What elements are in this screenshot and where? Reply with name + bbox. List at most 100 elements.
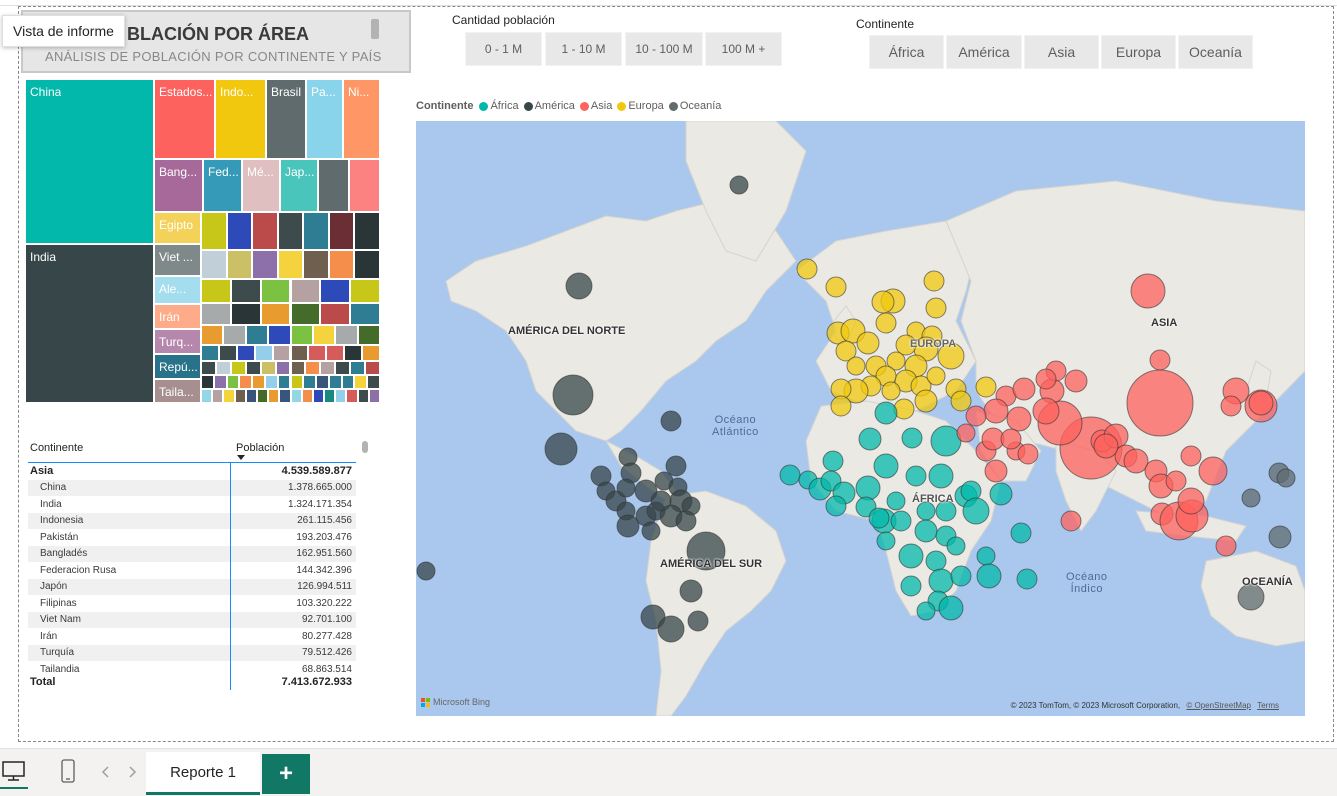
map-bubble[interactable] <box>989 482 1013 506</box>
treemap-cell[interactable] <box>201 212 227 250</box>
map-bubble[interactable] <box>1165 470 1187 492</box>
map-bubble[interactable] <box>1000 428 1022 450</box>
map-bubble[interactable] <box>1248 390 1274 416</box>
treemap-cell[interactable] <box>326 345 345 361</box>
treemap-cell[interactable] <box>277 250 304 279</box>
map-bubble[interactable] <box>975 376 997 398</box>
treemap-cell[interactable] <box>226 375 240 389</box>
map-bubble[interactable] <box>956 423 976 443</box>
treemap-cell[interactable] <box>218 345 237 361</box>
slicer-pop-1-10m[interactable]: 1 - 10 M <box>545 32 622 66</box>
treemap-cell[interactable] <box>264 375 278 389</box>
treemap-cell[interactable] <box>268 389 280 403</box>
treemap-cell[interactable] <box>301 389 313 403</box>
map-bubble[interactable] <box>1177 487 1205 515</box>
treemap-cell[interactable] <box>290 361 306 375</box>
next-page-button[interactable] <box>126 765 138 779</box>
treemap-cell[interactable]: Ni... <box>343 79 380 159</box>
map-bubble[interactable] <box>657 615 685 643</box>
map-bubble[interactable] <box>916 601 936 621</box>
map-bubble[interactable] <box>679 579 703 603</box>
treemap-cell[interactable] <box>230 361 246 375</box>
table-row[interactable]: China 1.378.665.000 <box>28 479 356 496</box>
map-bubble[interactable] <box>876 531 896 551</box>
treemap-cell[interactable] <box>368 389 380 403</box>
map-bubble[interactable] <box>950 390 972 412</box>
map-bubble[interactable] <box>1060 510 1082 532</box>
page-tab-reporte-1[interactable]: Reporte 1 <box>146 752 260 795</box>
treemap-cell[interactable] <box>213 375 227 389</box>
map-bubble[interactable] <box>1012 377 1036 401</box>
treemap-cell[interactable] <box>324 389 336 403</box>
map-bubble[interactable] <box>1241 488 1261 508</box>
map-bubble[interactable] <box>946 536 966 556</box>
treemap-cell[interactable]: Ale... <box>154 276 201 304</box>
title-scrollbar[interactable] <box>371 19 379 39</box>
map-bubble[interactable] <box>1180 445 1202 467</box>
treemap-cell[interactable] <box>318 159 349 212</box>
sort-desc-icon[interactable] <box>237 455 245 460</box>
treemap-cell[interactable] <box>344 345 363 361</box>
map-bubble[interactable] <box>779 464 801 486</box>
table-row[interactable]: Indonesia 261.115.456 <box>28 512 356 529</box>
map-bubble[interactable] <box>925 550 947 572</box>
table-header-continent[interactable]: Continente <box>30 442 83 454</box>
treemap-cell[interactable]: Pa... <box>306 79 343 159</box>
treemap-cell[interactable]: Irán <box>154 304 201 329</box>
table-row[interactable]: Pakistán 193.203.476 <box>28 529 356 546</box>
treemap-cell[interactable] <box>201 361 216 375</box>
treemap-cell[interactable] <box>362 345 380 361</box>
map-bubble[interactable] <box>886 491 906 511</box>
treemap-cell[interactable] <box>357 325 380 345</box>
map-bubble[interactable] <box>1032 397 1060 425</box>
slicer-pop-0-1m[interactable]: 0 - 1 M <box>465 32 542 66</box>
treemap-cell[interactable] <box>328 375 342 389</box>
map-bubble[interactable] <box>641 521 661 541</box>
treemap-cell[interactable] <box>354 375 368 389</box>
table-row[interactable]: Federacion Rusa 144.342.396 <box>28 562 356 579</box>
map-bubble[interactable] <box>914 389 938 413</box>
treemap-cell[interactable] <box>201 345 219 361</box>
treemap-cell[interactable] <box>212 389 224 403</box>
map-bubble[interactable] <box>976 563 1002 589</box>
table-row[interactable]: Japón 126.994.511 <box>28 578 356 595</box>
map-bubble[interactable] <box>900 575 922 597</box>
treemap-cell[interactable] <box>277 375 291 389</box>
treemap-cell[interactable] <box>268 325 291 345</box>
map-bubble[interactable] <box>901 427 923 449</box>
treemap-cell[interactable]: Indo... <box>215 79 266 159</box>
map-bubble[interactable] <box>846 356 866 376</box>
treemap-cell[interactable] <box>350 303 380 325</box>
map-bubble[interactable] <box>616 478 636 498</box>
map-bubble[interactable] <box>976 546 996 566</box>
map-bubble[interactable] <box>1198 456 1228 486</box>
map-bubble[interactable] <box>874 401 898 425</box>
treemap-cell[interactable] <box>320 279 351 303</box>
treemap-cell[interactable]: Egipto <box>154 212 201 244</box>
map-bubble[interactable] <box>830 395 852 417</box>
treemap-cell[interactable]: Fed... <box>203 159 242 212</box>
map-bubble[interactable] <box>1017 443 1039 465</box>
treemap-cell[interactable] <box>223 325 246 345</box>
treemap-cell[interactable]: Jap... <box>280 159 318 212</box>
slicer-pop-100m-plus[interactable]: 100 M + <box>705 32 782 66</box>
treemap-cell[interactable] <box>252 212 278 250</box>
treemap-cell[interactable]: India <box>25 244 154 403</box>
map-bubble[interactable] <box>928 463 954 489</box>
map-bubble[interactable] <box>856 331 880 355</box>
table-row[interactable]: Filipinas 103.320.222 <box>28 595 356 612</box>
world-map[interactable]: AMÉRICA DEL NORTE AMÉRICA DEL SUR EUROPA… <box>416 121 1305 716</box>
treemap-cell[interactable] <box>234 389 246 403</box>
treemap-cell[interactable] <box>226 250 253 279</box>
add-page-button[interactable]: + <box>262 754 310 794</box>
treemap-cell[interactable]: Viet ... <box>154 244 201 276</box>
treemap-cell[interactable] <box>354 212 380 250</box>
treemap-cell[interactable] <box>349 159 380 212</box>
treemap-cell[interactable] <box>272 345 291 361</box>
treemap-cell[interactable] <box>201 389 213 403</box>
map-bubble[interactable] <box>650 490 672 512</box>
treemap-cell[interactable] <box>350 279 380 303</box>
legend-item-africa[interactable]: África <box>479 100 519 112</box>
treemap-cell[interactable] <box>303 375 317 389</box>
map-bubble[interactable] <box>825 495 847 517</box>
